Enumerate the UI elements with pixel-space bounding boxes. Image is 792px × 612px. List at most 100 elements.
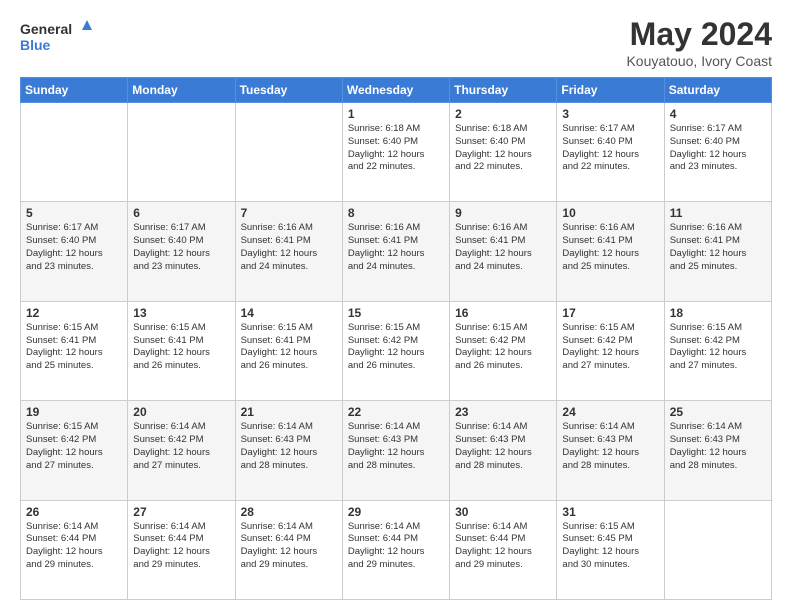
day-info: Sunrise: 6:17 AMSunset: 6:40 PMDaylight:… [26,222,122,273]
day-info: Sunrise: 6:15 AMSunset: 6:41 PMDaylight:… [241,322,337,373]
col-friday: Friday [557,78,664,103]
table-cell: 8Sunrise: 6:16 AMSunset: 6:41 PMDaylight… [342,202,449,301]
day-number: 22 [348,405,444,419]
day-info: Sunrise: 6:18 AMSunset: 6:40 PMDaylight:… [348,123,444,174]
title-block: May 2024 Kouyatouo, Ivory Coast [626,16,772,69]
day-number: 16 [455,306,551,320]
day-number: 28 [241,505,337,519]
day-info: Sunrise: 6:14 AMSunset: 6:44 PMDaylight:… [26,521,122,572]
day-info: Sunrise: 6:14 AMSunset: 6:43 PMDaylight:… [241,421,337,472]
day-number: 3 [562,107,658,121]
day-info: Sunrise: 6:15 AMSunset: 6:42 PMDaylight:… [26,421,122,472]
day-number: 19 [26,405,122,419]
table-cell: 21 Sunrise: 6:14 AMSunset: 6:43 PMDayligh… [235,401,342,500]
day-info: Sunrise: 6:14 AMSunset: 6:44 PMDaylight:… [241,521,337,572]
day-number: 18 [670,306,766,320]
day-number: 1 [348,107,444,121]
day-info: Sunrise: 6:15 AMSunset: 6:42 PMDaylight:… [670,322,766,373]
day-number: 26 [26,505,122,519]
table-cell: 14 Sunrise: 6:15 AMSunset: 6:41 PMDayligh… [235,301,342,400]
table-cell: 12 Sunrise: 6:15 AMSunset: 6:41 PMDayligh… [21,301,128,400]
table-cell: 6 Sunrise: 6:17 AMSunset: 6:40 PMDaylight… [128,202,235,301]
day-number: 25 [670,405,766,419]
day-number: 21 [241,405,337,419]
page: General Blue May 2024 Kouyatouo, Ivory C… [0,0,792,612]
day-info: Sunrise: 6:14 AMSunset: 6:44 PMDaylight:… [348,521,444,572]
day-number: 5 [26,206,122,220]
week-row-3: 12 Sunrise: 6:15 AMSunset: 6:41 PMDayligh… [21,301,772,400]
day-info: Sunrise: 6:17 AMSunset: 6:40 PMDaylight:… [133,222,229,273]
day-info: Sunrise: 6:18 AMSunset: 6:40 PMDaylight:… [455,123,551,174]
day-number: 17 [562,306,658,320]
calendar-body: 1 Sunrise: 6:18 AMSunset: 6:40 PMDaylight… [21,103,772,600]
col-monday: Monday [128,78,235,103]
table-cell: 4 Sunrise: 6:17 AMSunset: 6:40 PMDaylight… [664,103,771,202]
day-number: 20 [133,405,229,419]
table-cell: 20Sunrise: 6:14 AMSunset: 6:42 PMDayligh… [128,401,235,500]
table-cell: 15Sunrise: 6:15 AMSunset: 6:42 PMDayligh… [342,301,449,400]
day-number: 2 [455,107,551,121]
day-info: Sunrise: 6:14 AMSunset: 6:44 PMDaylight:… [133,521,229,572]
calendar-table: Sunday Monday Tuesday Wednesday Thursday… [20,77,772,600]
day-info: Sunrise: 6:16 AMSunset: 6:41 PMDaylight:… [455,222,551,273]
table-cell: 19 Sunrise: 6:15 AMSunset: 6:42 PMDayligh… [21,401,128,500]
day-number: 7 [241,206,337,220]
day-info: Sunrise: 6:14 AMSunset: 6:43 PMDaylight:… [562,421,658,472]
svg-text:Blue: Blue [20,37,51,53]
table-cell: 31Sunrise: 6:15 AMSunset: 6:45 PMDayligh… [557,500,664,599]
table-cell [21,103,128,202]
table-cell: 23Sunrise: 6:14 AMSunset: 6:43 PMDayligh… [450,401,557,500]
table-cell: 29 Sunrise: 6:14 AMSunset: 6:44 PMDayligh… [342,500,449,599]
day-number: 30 [455,505,551,519]
day-number: 23 [455,405,551,419]
week-row-2: 5 Sunrise: 6:17 AMSunset: 6:40 PMDaylight… [21,202,772,301]
day-info: Sunrise: 6:16 AMSunset: 6:41 PMDaylight:… [348,222,444,273]
day-info: Sunrise: 6:15 AMSunset: 6:42 PMDaylight:… [562,322,658,373]
logo: General Blue [20,16,92,56]
day-number: 15 [348,306,444,320]
col-wednesday: Wednesday [342,78,449,103]
day-number: 6 [133,206,229,220]
day-info: Sunrise: 6:16 AMSunset: 6:41 PMDaylight:… [241,222,337,273]
day-info: Sunrise: 6:14 AMSunset: 6:43 PMDaylight:… [348,421,444,472]
day-number: 11 [670,206,766,220]
day-number: 4 [670,107,766,121]
day-info: Sunrise: 6:14 AMSunset: 6:44 PMDaylight:… [455,521,551,572]
day-number: 14 [241,306,337,320]
col-tuesday: Tuesday [235,78,342,103]
table-cell: 1 Sunrise: 6:18 AMSunset: 6:40 PMDaylight… [342,103,449,202]
day-info: Sunrise: 6:17 AMSunset: 6:40 PMDaylight:… [562,123,658,174]
day-info: Sunrise: 6:15 AMSunset: 6:41 PMDaylight:… [26,322,122,373]
table-cell [664,500,771,599]
day-info: Sunrise: 6:17 AMSunset: 6:40 PMDaylight:… [670,123,766,174]
day-number: 12 [26,306,122,320]
table-cell: 3 Sunrise: 6:17 AMSunset: 6:40 PMDaylight… [557,103,664,202]
day-info: Sunrise: 6:16 AMSunset: 6:41 PMDaylight:… [670,222,766,273]
calendar-header: Sunday Monday Tuesday Wednesday Thursday… [21,78,772,103]
table-cell: 10Sunrise: 6:16 AMSunset: 6:41 PMDayligh… [557,202,664,301]
table-cell: 27 Sunrise: 6:14 AMSunset: 6:44 PMDayligh… [128,500,235,599]
table-cell: 2 Sunrise: 6:18 AMSunset: 6:40 PMDaylight… [450,103,557,202]
day-number: 10 [562,206,658,220]
table-cell: 17 Sunrise: 6:15 AMSunset: 6:42 PMDayligh… [557,301,664,400]
header-row: Sunday Monday Tuesday Wednesday Thursday… [21,78,772,103]
svg-text:General: General [20,21,72,37]
table-cell: 16 Sunrise: 6:15 AMSunset: 6:42 PMDayligh… [450,301,557,400]
table-cell: 30 Sunrise: 6:14 AMSunset: 6:44 PMDayligh… [450,500,557,599]
week-row-4: 19 Sunrise: 6:15 AMSunset: 6:42 PMDayligh… [21,401,772,500]
week-row-1: 1 Sunrise: 6:18 AMSunset: 6:40 PMDaylight… [21,103,772,202]
day-number: 29 [348,505,444,519]
table-cell: 13Sunrise: 6:15 AMSunset: 6:41 PMDayligh… [128,301,235,400]
day-info: Sunrise: 6:15 AMSunset: 6:42 PMDaylight:… [455,322,551,373]
col-thursday: Thursday [450,78,557,103]
day-number: 9 [455,206,551,220]
week-row-5: 26 Sunrise: 6:14 AMSunset: 6:44 PMDayligh… [21,500,772,599]
main-title: May 2024 [626,16,772,53]
table-cell: 26 Sunrise: 6:14 AMSunset: 6:44 PMDayligh… [21,500,128,599]
table-cell [235,103,342,202]
day-number: 27 [133,505,229,519]
table-cell: 9 Sunrise: 6:16 AMSunset: 6:41 PMDaylight… [450,202,557,301]
table-cell: 18 Sunrise: 6:15 AMSunset: 6:42 PMDayligh… [664,301,771,400]
day-info: Sunrise: 6:15 AMSunset: 6:41 PMDaylight:… [133,322,229,373]
col-saturday: Saturday [664,78,771,103]
